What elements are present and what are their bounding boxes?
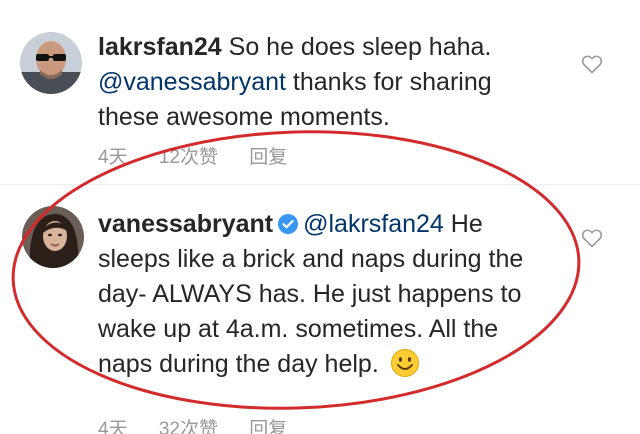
mention-vanessabryant[interactable]: @vanessabryant: [98, 68, 286, 96]
comment-text: vanessabryant @lakrsfan24 He sleeps like …: [98, 207, 538, 382]
heart-outline-icon[interactable]: [580, 226, 604, 250]
comment-time: 4天: [98, 147, 128, 168]
smiling-face-emoji-icon: [390, 349, 419, 377]
verified-badge-icon: [278, 214, 299, 234]
username-lakrsfan24[interactable]: lakrsfan24: [98, 33, 222, 61]
avatar-vanessabryant[interactable]: [22, 206, 84, 268]
comment-divider: [0, 184, 640, 185]
avatar-lakrsfan24[interactable]: [20, 32, 82, 94]
comment-meta: 4天 32次赞 回复: [98, 414, 313, 434]
comment-text: lakrsfan24 So he does sleep haha. @vanes…: [98, 30, 538, 135]
comment-vanessabryant: vanessabryant @lakrsfan24 He sleeps like …: [0, 186, 640, 434]
username-vanessabryant[interactable]: vanessabryant: [98, 210, 273, 238]
woman-avatar-icon: [22, 206, 84, 268]
mention-lakrsfan24[interactable]: @lakrsfan24: [303, 210, 444, 238]
comment-likes[interactable]: 12次赞: [159, 147, 218, 168]
reply-button[interactable]: 回复: [249, 147, 287, 168]
man-with-sunglasses-avatar-icon: [20, 32, 82, 94]
comment-lakrsfan24: lakrsfan24 So he does sleep haha. @vanes…: [0, 0, 640, 180]
comment-meta: 4天 12次赞 回复: [98, 142, 313, 169]
comment-time: 4天: [98, 419, 128, 434]
comment-likes[interactable]: 32次赞: [159, 419, 218, 434]
comment-body-part: So he does sleep haha.: [221, 33, 492, 61]
reply-button[interactable]: 回复: [249, 419, 287, 434]
heart-outline-icon[interactable]: [580, 52, 604, 76]
